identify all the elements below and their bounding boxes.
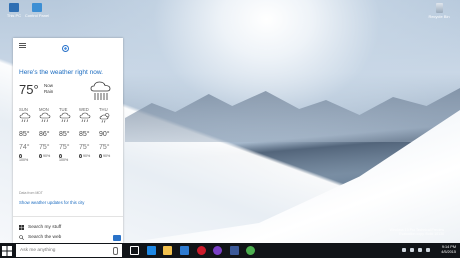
media-icon[interactable] — [213, 246, 222, 255]
forecast-lows-row: 74° 75° 75° 75° 75° — [19, 144, 119, 151]
taskbar: Ask me anything 9:14 PM 4/5/2015 — [0, 243, 460, 258]
forecast-high: 85° — [59, 131, 70, 138]
raindrop-icon — [39, 154, 42, 159]
forecast-highs-row: 85° 86° 85° 85° 90° — [19, 131, 119, 138]
rain-cloud-icon — [39, 112, 51, 123]
forecast-low: 75° — [79, 144, 90, 151]
rain-cloud-icon — [90, 81, 111, 100]
raindrop-icon — [79, 154, 82, 159]
forecast-table: SUN MON TUE WED THU 85° 86° 85° 85° 90° … — [19, 107, 119, 162]
search-web-label: Search the web — [28, 235, 62, 240]
forecast-high: 85° — [79, 131, 90, 138]
forecast-precip-row: 100% 90% 100% 90% 90% — [19, 154, 119, 162]
forecast-precip: 90% — [43, 154, 51, 158]
weather-headline: Here's the weather right now. — [19, 69, 103, 76]
forecast-low: 75° — [99, 144, 110, 151]
cortana-search-input[interactable]: Ask me anything — [16, 244, 122, 257]
desktop-icon-recycle-bin[interactable]: Recycle Bin — [426, 3, 452, 19]
opera-icon[interactable] — [197, 246, 206, 255]
desktop-icon-label: Control Panel — [24, 13, 50, 18]
forecast-low: 75° — [59, 144, 70, 151]
hamburger-menu-icon[interactable] — [19, 42, 26, 49]
rain-cloud-icon — [79, 112, 91, 123]
current-temperature: 75° — [19, 82, 39, 97]
chevron-up-icon[interactable] — [402, 248, 406, 252]
forecast-precip: 100% — [59, 158, 69, 163]
microphone-icon[interactable] — [113, 247, 118, 255]
search-placeholder: Ask me anything — [20, 248, 56, 253]
recycle-bin-icon — [435, 3, 443, 13]
current-conditions: Now Rain — [44, 83, 53, 95]
computer-icon — [9, 3, 19, 12]
chrome-icon[interactable] — [246, 246, 255, 255]
search-my-stuff-label: Search my stuff — [28, 225, 62, 230]
search-my-stuff-button[interactable]: Search my stuff — [19, 225, 61, 230]
control-panel-icon — [32, 3, 42, 12]
forecast-low: 75° — [39, 144, 50, 151]
rain-cloud-icon — [19, 112, 31, 123]
network-icon[interactable] — [410, 248, 414, 252]
forecast-high: 85° — [19, 131, 30, 138]
raindrop-icon — [99, 154, 102, 159]
start-button[interactable] — [2, 246, 12, 256]
notifications-icon[interactable] — [426, 248, 430, 252]
facebook-icon[interactable] — [230, 246, 239, 255]
windows-icon — [19, 225, 24, 230]
cortana-circle-icon — [62, 45, 69, 52]
divider — [13, 216, 123, 217]
watermark-line: Evaluation copy. Build 10130 — [399, 232, 444, 236]
forecast-precip: 100% — [19, 158, 29, 163]
clock-date: 4/5/2015 — [441, 250, 456, 254]
cortana-panel: Here's the weather right now. 75° Now Ra… — [13, 38, 123, 243]
edge-icon[interactable] — [147, 246, 156, 255]
desktop-watermark: Windows 10 Pro Technical Preview Evaluat… — [390, 228, 444, 236]
file-explorer-icon[interactable] — [163, 246, 172, 255]
search-icon — [19, 235, 24, 240]
clock[interactable]: 9:14 PM 4/5/2015 — [441, 245, 456, 255]
volume-icon[interactable] — [418, 248, 422, 252]
forecast-low: 74° — [19, 144, 30, 151]
rain-cloud-icon — [59, 112, 71, 123]
forecast-high: 90° — [99, 131, 110, 138]
desktop-icon-label: Recycle Bin — [428, 14, 450, 19]
weather-updates-link[interactable]: Show weather updates for this city — [19, 200, 84, 205]
forecast-icons-row — [19, 112, 119, 127]
store-icon[interactable] — [180, 246, 189, 255]
sun-rain-icon — [99, 113, 110, 123]
weather-source: Data from MDT — [19, 191, 43, 195]
desktop-icon-control-panel[interactable]: Control Panel — [24, 3, 50, 18]
forecast-precip: 90% — [103, 154, 111, 158]
system-tray — [402, 248, 430, 252]
forecast-precip: 90% — [83, 154, 91, 158]
feedback-icon[interactable] — [113, 235, 121, 241]
forecast-high: 86° — [39, 131, 50, 138]
search-web-button[interactable]: Search the web — [19, 235, 61, 240]
current-condition-label: Rain — [44, 89, 54, 94]
mountain-ridge — [125, 88, 460, 142]
task-view-icon[interactable] — [130, 246, 139, 255]
